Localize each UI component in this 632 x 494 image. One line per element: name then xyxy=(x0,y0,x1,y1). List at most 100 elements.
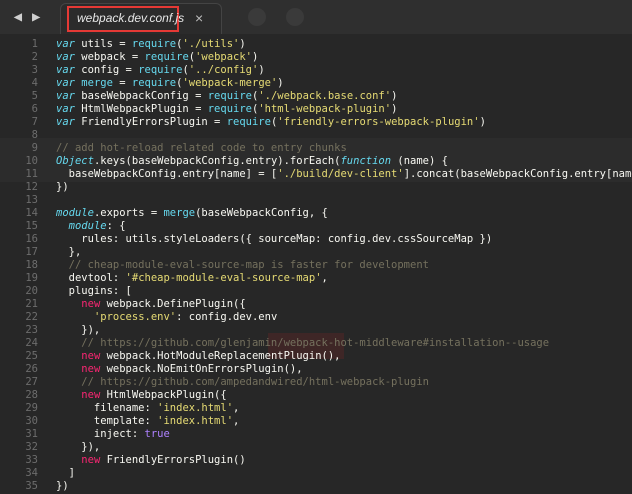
code-line: 14 module.exports = merge(baseWebpackConf… xyxy=(0,207,632,220)
line-number: 22 xyxy=(25,311,38,323)
code-line: 23 }), xyxy=(0,324,632,337)
line-number: 31 xyxy=(25,428,38,440)
code-line: 7 var FriendlyErrorsPlugin = require('fri… xyxy=(0,116,632,129)
tab-title: webpack.dev.conf.js xyxy=(77,11,185,25)
line-number: 17 xyxy=(25,246,38,258)
code-line: 12}) xyxy=(0,181,632,194)
code-text: module.exports = merge(baseWebpackConfig… xyxy=(56,207,328,219)
code-line: 24 // https://github.com/glenjamin/webpa… xyxy=(0,337,632,350)
close-icon[interactable]: × xyxy=(195,10,203,26)
code-text: ] xyxy=(56,467,75,479)
line-number: 12 xyxy=(25,181,38,193)
code-text: }, xyxy=(56,246,82,258)
code-text: filename: 'index.html', xyxy=(56,402,240,414)
line-number: 25 xyxy=(25,350,38,362)
code-line: 18 // cheap-module-eval-source-map is fa… xyxy=(0,259,632,272)
code-text: // add hot-reload related code to entry … xyxy=(56,142,347,154)
line-number: 19 xyxy=(25,272,38,284)
code-line: 35}) xyxy=(0,480,632,493)
line-number: 29 xyxy=(25,402,38,414)
code-line: 20 plugins: [ xyxy=(0,285,632,298)
code-text: }), xyxy=(56,324,101,336)
code-line: 9 // add hot-reload related code to entry… xyxy=(0,142,632,155)
tab-webpack-dev-conf[interactable]: webpack.dev.conf.js × xyxy=(60,3,222,35)
code-text: 'process.env': config.dev.env xyxy=(93,311,278,323)
code-text: // https://github.com/ampedandwired/html… xyxy=(56,376,429,388)
code-text: // https://github.com/glenjamin/webpack-… xyxy=(56,337,550,349)
line-number: 7 xyxy=(31,116,38,128)
tab-navigation: ◀ ▶ xyxy=(0,0,54,34)
code-text: var utils = require('./utils') xyxy=(56,38,246,50)
line-number: 14 xyxy=(25,207,38,219)
line-number: 2 xyxy=(31,51,38,63)
code-text: var FriendlyErrorsPlugin = require('frie… xyxy=(56,116,486,128)
code-line: 31 inject: true xyxy=(0,428,632,441)
code-text: template: 'index.html', xyxy=(56,415,240,427)
code-editor[interactable]: 1 var utils = require('./utils') 2 var webp… xyxy=(0,34,632,494)
line-number: 35 xyxy=(25,480,38,492)
line-number: 30 xyxy=(25,415,38,427)
line-number: 1 xyxy=(31,38,38,50)
line-number: 26 xyxy=(25,363,38,375)
line-number: 9 xyxy=(31,142,38,154)
code-text: var HtmlWebpackPlugin = require('html-we… xyxy=(56,103,398,115)
code-line: 11 baseWebpackConfig.entry[name] = ['./b… xyxy=(0,168,632,181)
line-number: 3 xyxy=(31,64,38,76)
code-text: new webpack.DefinePlugin({ xyxy=(81,298,246,310)
line-number: 32 xyxy=(25,441,38,453)
code-line: 22 'process.env': config.dev.env xyxy=(0,311,632,324)
code-text: devtool: '#cheap-module-eval-source-map'… xyxy=(56,272,328,284)
code-text: baseWebpackConfig.entry[name] = ['./buil… xyxy=(56,168,632,180)
line-number: 10 xyxy=(25,155,38,167)
code-text: new webpack.HotModuleReplacementPlugin()… xyxy=(81,350,341,362)
code-text: module: { xyxy=(68,220,126,232)
line-number: 28 xyxy=(25,389,38,401)
line-number: 15 xyxy=(25,220,38,232)
line-number: 8 xyxy=(31,129,38,141)
code-line: 5 var baseWebpackConfig = require('./webp… xyxy=(0,90,632,103)
code-line: 4 var merge = require('webpack-merge') xyxy=(0,77,632,90)
ghost-circle-icon xyxy=(286,8,304,26)
code-line: 1 var utils = require('./utils') xyxy=(0,38,632,51)
code-line: 27 // https://github.com/ampedandwired/h… xyxy=(0,376,632,389)
tab-bar: ◀ ▶ webpack.dev.conf.js × xyxy=(0,0,632,35)
code-line: 16 rules: utils.styleLoaders({ sourceMap… xyxy=(0,233,632,246)
code-line: 32 }), xyxy=(0,441,632,454)
back-icon[interactable]: ◀ xyxy=(14,9,22,25)
line-number: 23 xyxy=(25,324,38,336)
line-number: 24 xyxy=(25,337,38,349)
code-line: 33 new FriendlyErrorsPlugin() xyxy=(0,454,632,467)
code-text: var merge = require('webpack-merge') xyxy=(56,77,284,89)
line-number: 13 xyxy=(25,194,38,206)
code-text: }) xyxy=(56,480,69,492)
code-line: 29 filename: 'index.html', xyxy=(0,402,632,415)
code-line: 10 Object.keys(baseWebpackConfig.entry).f… xyxy=(0,155,632,168)
line-number: 34 xyxy=(25,467,38,479)
code-line: 15 module: { xyxy=(0,220,632,233)
code-line: 19 devtool: '#cheap-module-eval-source-m… xyxy=(0,272,632,285)
code-line: 13 xyxy=(0,194,632,207)
code-text: new FriendlyErrorsPlugin() xyxy=(81,454,246,466)
code-text: var webpack = require('webpack') xyxy=(56,51,259,63)
line-number: 5 xyxy=(31,90,38,102)
code-text: new HtmlWebpackPlugin({ xyxy=(81,389,227,401)
code-text: }) xyxy=(56,181,69,193)
line-number: 21 xyxy=(25,298,38,310)
code-text: inject: true xyxy=(56,428,170,440)
code-text: plugins: [ xyxy=(56,285,132,297)
forward-icon[interactable]: ▶ xyxy=(32,9,40,25)
code-line: 28 new HtmlWebpackPlugin({ xyxy=(0,389,632,402)
code-line: 2 var webpack = require('webpack') xyxy=(0,51,632,64)
code-text: Object.keys(baseWebpackConfig.entry).for… xyxy=(56,155,448,167)
line-number: 20 xyxy=(25,285,38,297)
code-text: }), xyxy=(56,441,101,453)
code-line: 8 xyxy=(0,129,632,142)
code-line: 25 new webpack.HotModuleReplacementPlugi… xyxy=(0,350,632,363)
code-text: new webpack.NoEmitOnErrorsPlugin(), xyxy=(81,363,303,375)
code-line: 17 }, xyxy=(0,246,632,259)
code-line: 26 new webpack.NoEmitOnErrorsPlugin(), xyxy=(0,363,632,376)
code-line: 30 template: 'index.html', xyxy=(0,415,632,428)
line-number: 18 xyxy=(25,259,38,271)
line-number: 33 xyxy=(25,454,38,466)
line-number: 11 xyxy=(25,168,38,180)
